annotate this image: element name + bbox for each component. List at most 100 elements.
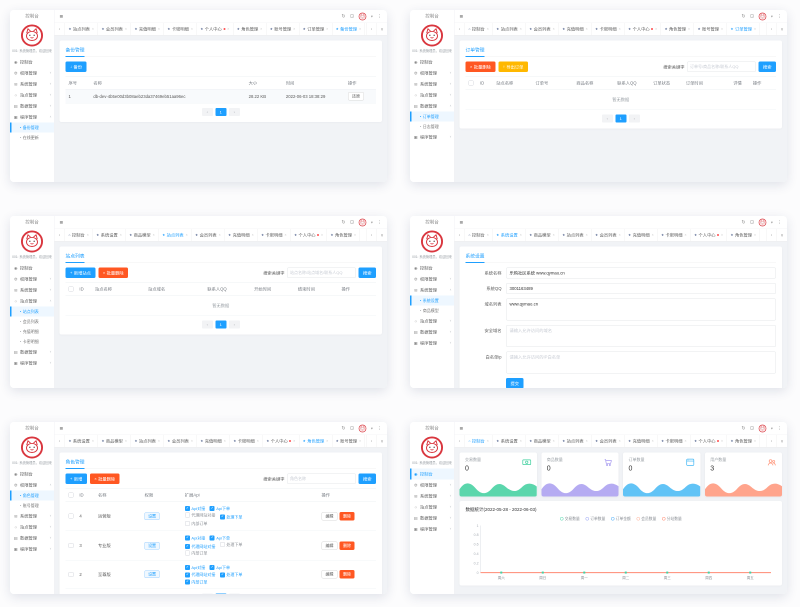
legend-item[interactable]: 订单数量 xyxy=(585,516,605,522)
tab-item[interactable]: ★订单管理× xyxy=(299,23,332,35)
tab-close-icon[interactable]: × xyxy=(321,233,323,237)
tab-item[interactable]: ★充值明细× xyxy=(131,23,164,35)
tab-item[interactable]: ★个人中心× xyxy=(691,229,727,241)
tab-close-icon[interactable]: × xyxy=(260,27,262,31)
toolbar-button[interactable]: ×批量删除 xyxy=(98,268,128,279)
toolbar-button[interactable]: ↑导出订单 xyxy=(498,62,528,73)
tab-close-icon[interactable]: × xyxy=(685,439,687,443)
api-permission-checkbox[interactable]: 内部订单 xyxy=(185,521,208,527)
api-permission-checkbox[interactable]: ✓处理下单 xyxy=(220,514,243,520)
api-permission-checkbox[interactable]: ✓代理网站对接 xyxy=(185,544,216,550)
tab-close-icon[interactable]: × xyxy=(293,439,295,443)
sidebar-item-auth[interactable]: ⚙权限管理∨ xyxy=(410,480,454,491)
tab-item[interactable]: ★订单管理× xyxy=(727,23,760,35)
more-icon[interactable]: ⋮ xyxy=(777,220,782,226)
sidebar-subitem[interactable]: •会员列表 xyxy=(10,317,54,327)
settings-tag[interactable]: 设置 xyxy=(145,571,160,579)
avatar[interactable] xyxy=(358,218,366,226)
api-permission-checkbox[interactable]: 代理网站对接 xyxy=(185,512,216,518)
textarea-field[interactable] xyxy=(506,352,776,374)
chevron-down-icon[interactable]: ▾ xyxy=(771,220,773,224)
sidebar-item-system[interactable]: ⊞系统管理∨ xyxy=(410,491,454,502)
prev-page-button[interactable]: ‹ xyxy=(202,593,213,594)
menu-fold-icon[interactable]: ≡ xyxy=(60,219,64,226)
tab-item[interactable]: ★商品模型× xyxy=(526,229,559,241)
tab-item[interactable]: ★充值明细× xyxy=(197,435,230,447)
tab-scroll-left-icon[interactable]: ‹ xyxy=(55,23,66,35)
avatar[interactable] xyxy=(758,12,766,20)
tab-close-icon[interactable]: × xyxy=(688,27,690,31)
menu-fold-icon[interactable]: ≡ xyxy=(60,425,64,432)
tab-close-icon[interactable]: × xyxy=(186,233,188,237)
search-input[interactable] xyxy=(287,268,356,279)
prev-page-button[interactable]: ‹ xyxy=(202,321,213,329)
tab-scroll-left-icon[interactable]: ‹ xyxy=(455,435,466,447)
refresh-icon[interactable]: ↻ xyxy=(742,220,746,226)
sidebar-item-data[interactable]: ▤数据管理∨ xyxy=(10,533,54,544)
sidebar-subitem[interactable]: •卡密明细 xyxy=(10,337,54,347)
api-permission-checkbox[interactable]: ✓Api下单 xyxy=(210,535,230,541)
menu-fold-icon[interactable]: ≡ xyxy=(60,13,64,20)
sidebar-item-dashboard[interactable]: ◉控制台 xyxy=(410,263,454,274)
sidebar-item-data[interactable]: ▤数据管理∨ xyxy=(410,513,454,524)
legend-item[interactable]: 会员数量 xyxy=(636,516,656,522)
prev-page-button[interactable]: ‹ xyxy=(202,108,213,116)
more-icon[interactable]: ⋮ xyxy=(377,220,382,226)
sidebar-item-site[interactable]: ○站点管理∨ xyxy=(410,90,454,101)
tab-close-icon[interactable]: × xyxy=(285,233,287,237)
tab-close-icon[interactable]: × xyxy=(520,27,522,31)
select-all-checkbox[interactable] xyxy=(69,287,74,292)
tab-item[interactable]: ★个人中心× xyxy=(291,229,327,241)
tab-close-icon[interactable]: × xyxy=(227,27,229,31)
tab-item[interactable]: ★站点列表× xyxy=(131,435,164,447)
refresh-icon[interactable]: ↻ xyxy=(342,14,346,20)
sidebar-subitem[interactable]: •订单管理 xyxy=(410,112,454,122)
tab-close-icon[interactable]: × xyxy=(721,439,723,443)
tab-item[interactable]: ★系统设置× xyxy=(493,229,526,241)
fullscreen-icon[interactable]: ⊡ xyxy=(350,14,354,20)
tab-close-icon[interactable]: × xyxy=(219,233,221,237)
search-button[interactable]: 搜索 xyxy=(358,474,376,485)
tab-close-icon[interactable]: × xyxy=(652,233,654,237)
fullscreen-icon[interactable]: ⊡ xyxy=(750,14,754,20)
avatar[interactable] xyxy=(758,218,766,226)
tab-item[interactable]: ⌂控制台× xyxy=(465,229,493,241)
search-input[interactable] xyxy=(287,474,356,485)
sidebar-item-site[interactable]: ○站点管理∨ xyxy=(410,316,454,327)
tab-close-icon[interactable]: × xyxy=(354,233,356,237)
sidebar-item-system[interactable]: ⊞系统管理∨ xyxy=(410,79,454,90)
tab-item[interactable]: ★会员列表× xyxy=(98,23,131,35)
tab-close-icon[interactable]: × xyxy=(359,27,361,31)
tab-item[interactable]: ★卡密明细× xyxy=(592,23,625,35)
sidebar-item-data[interactable]: ▤数据管理∨ xyxy=(10,101,54,112)
sidebar-item-dashboard[interactable]: ◉控制台 xyxy=(10,263,54,274)
tab-more-icon[interactable]: ∨ xyxy=(777,229,788,241)
menu-fold-icon[interactable]: ≡ xyxy=(460,13,464,20)
next-page-button[interactable]: › xyxy=(229,108,240,116)
sidebar-item-program[interactable]: ▣程序管理∨ xyxy=(410,524,454,535)
api-permission-checkbox[interactable]: ✓内部订单 xyxy=(185,579,208,585)
tab-close-icon[interactable]: × xyxy=(120,233,122,237)
tab-close-icon[interactable]: × xyxy=(619,439,621,443)
row-checkbox[interactable] xyxy=(69,543,74,548)
api-permission-checkbox[interactable]: 内部订单 xyxy=(185,550,208,556)
edit-button[interactable]: 编辑 xyxy=(322,512,338,521)
tab-close-icon[interactable]: × xyxy=(487,233,489,237)
tab-item[interactable]: ⌂控制台× xyxy=(65,229,93,241)
sidebar-item-dashboard[interactable]: ◉控制台 xyxy=(10,57,54,68)
tab-close-icon[interactable]: × xyxy=(252,233,254,237)
tab-item[interactable]: ★系统设置× xyxy=(493,435,526,447)
tab-item[interactable]: ★商品模型× xyxy=(98,435,131,447)
sidebar-subitem[interactable]: •日志管理 xyxy=(410,122,454,132)
tab-close-icon[interactable]: × xyxy=(326,27,328,31)
tab-item[interactable]: ★角色管理× xyxy=(299,435,332,447)
search-button[interactable]: 搜索 xyxy=(758,62,776,73)
refresh-icon[interactable]: ↻ xyxy=(742,14,746,20)
delete-button[interactable]: 删除 xyxy=(340,541,355,550)
text-field[interactable] xyxy=(506,268,776,279)
select-all-checkbox[interactable] xyxy=(469,81,474,86)
tab-close-icon[interactable]: × xyxy=(293,27,295,31)
tab-scroll-right-icon[interactable]: › xyxy=(766,229,777,241)
sidebar-item-auth[interactable]: ⚙权限管理∨ xyxy=(10,274,54,285)
sidebar-item-system[interactable]: ⊞系统管理∨ xyxy=(10,511,54,522)
